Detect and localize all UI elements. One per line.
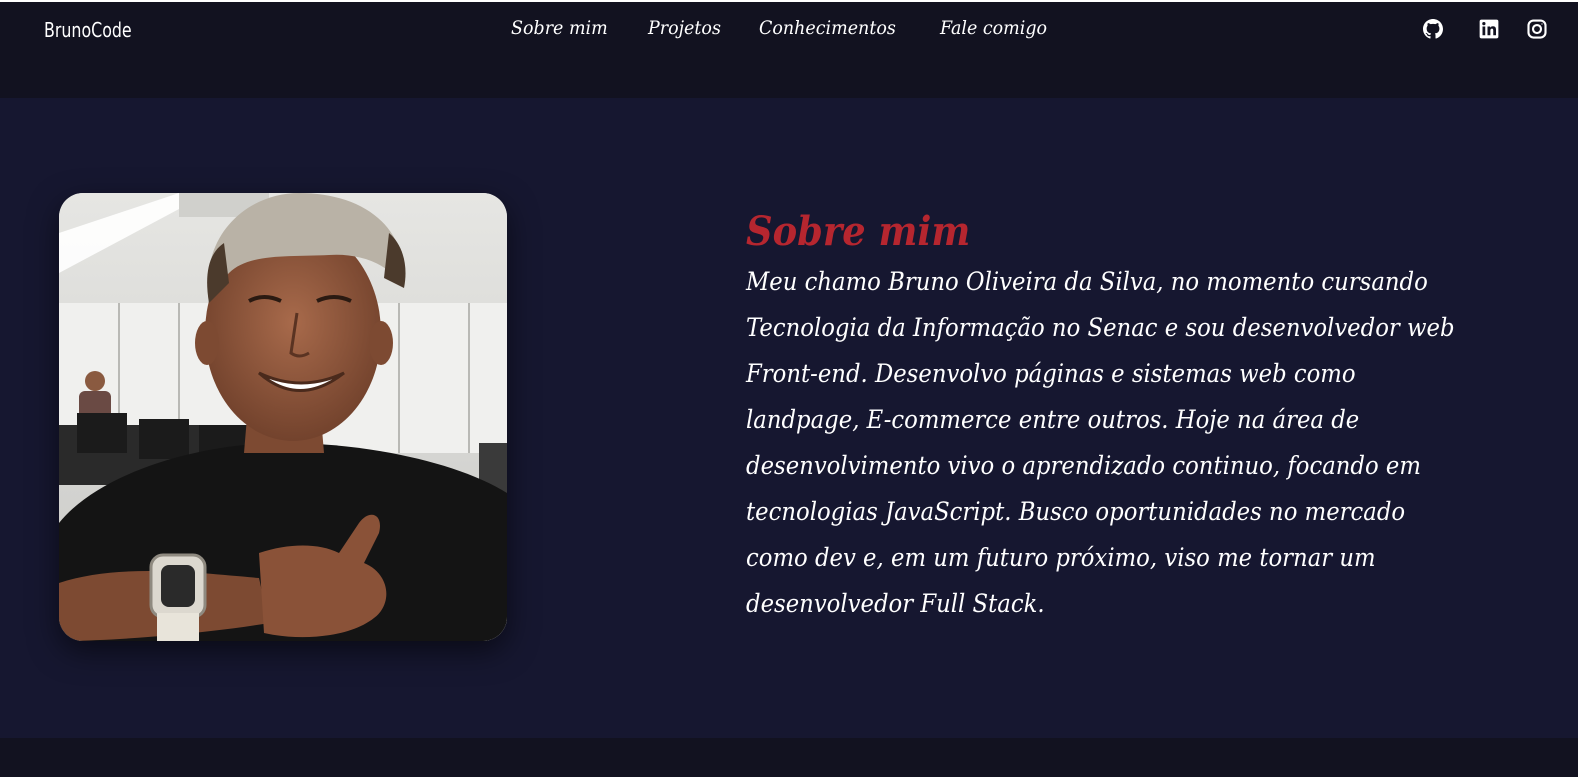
about-line: landpage, E-commerce entre outros. Hoje …	[746, 405, 1360, 434]
nav-link-fale-comigo[interactable]: Fale comigo	[940, 17, 1047, 39]
navbar: BrunoCode Sobre mim Projetos Conheciment…	[0, 2, 1578, 98]
linkedin-icon[interactable]	[1479, 19, 1499, 39]
instagram-icon[interactable]	[1527, 19, 1547, 39]
github-icon[interactable]	[1423, 19, 1443, 39]
about-line: desenvolvimento vivo o aprendizado conti…	[746, 451, 1421, 480]
profile-photo	[59, 193, 507, 641]
about-line: tecnologias JavaScript. Busco oportunida…	[746, 497, 1406, 526]
next-section-band	[0, 738, 1578, 777]
site-logo[interactable]: BrunoCode	[44, 18, 132, 42]
about-line: Meu chamo Bruno Oliveira da Silva, no mo…	[746, 267, 1428, 296]
about-title: Sobre mim	[746, 208, 971, 255]
nav-link-sobre-mim[interactable]: Sobre mim	[511, 17, 608, 39]
about-section: Sobre mim Meu chamo Bruno Oliveira da Si…	[0, 98, 1578, 738]
nav-link-conhecimentos[interactable]: Conhecimentos	[759, 17, 896, 39]
about-line: como dev e, em um futuro próximo, viso m…	[746, 543, 1376, 572]
about-line: Tecnologia da Informação no Senac e sou …	[746, 313, 1455, 342]
about-paragraph: Meu chamo Bruno Oliveira da Silva, no mo…	[746, 259, 1546, 627]
about-line: desenvolvedor Full Stack.	[746, 589, 1045, 618]
about-line: Front-end. Desenvolvo páginas e sistemas…	[746, 359, 1356, 388]
main-nav: Sobre mim Projetos Conhecimentos Fale co…	[511, 17, 1088, 39]
nav-link-projetos[interactable]: Projetos	[648, 17, 721, 39]
